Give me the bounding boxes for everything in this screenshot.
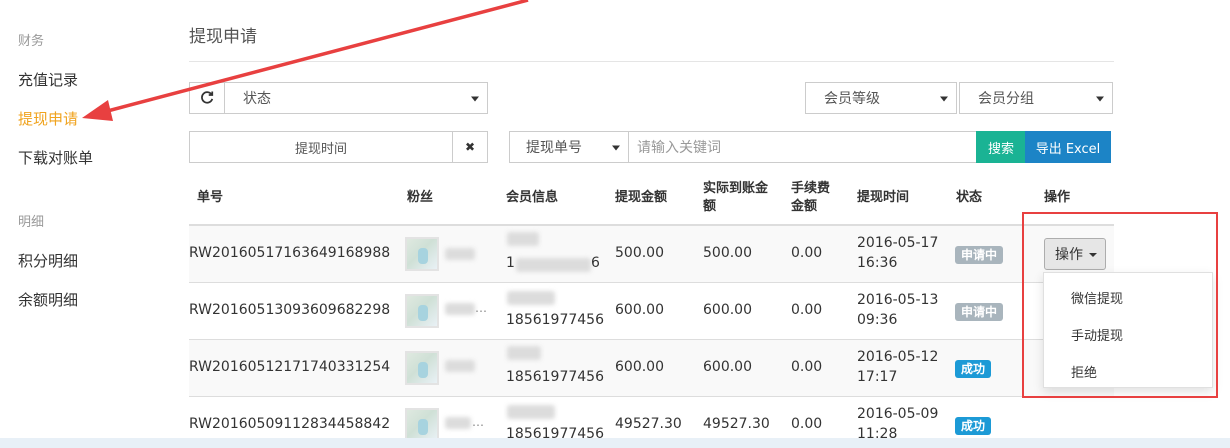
chevron-down-icon xyxy=(612,145,620,151)
col-actual: 实际到账金 额 xyxy=(703,180,768,216)
member-phone: 18561977456 xyxy=(506,369,604,385)
sidebar-item-withdraw-requests[interactable]: 提现申请 xyxy=(18,108,78,129)
fan-name-redacted xyxy=(445,248,475,260)
order-no-select[interactable]: 提现单号 xyxy=(509,131,629,163)
status-select[interactable]: 状态 xyxy=(224,82,488,114)
row-time: 16:36 xyxy=(857,255,898,271)
col-fan: 粉丝 xyxy=(407,190,434,205)
member-phone: 18561977456 xyxy=(506,312,604,328)
member-group-select[interactable]: 会员分组 xyxy=(959,82,1113,114)
col-order-no: 单号 xyxy=(197,190,224,205)
col-fee: 手续费 金额 xyxy=(791,180,830,216)
col-member: 会员信息 xyxy=(506,190,559,205)
col-time: 提现时间 xyxy=(857,190,910,205)
page-title: 提现申请 xyxy=(189,27,257,47)
col-fee-line1: 手续费 xyxy=(791,181,831,196)
row-date: 2016-05-17 xyxy=(857,235,939,251)
col-fee-line2: 金额 xyxy=(791,199,818,214)
order-no-select-value: 提现单号 xyxy=(526,140,582,156)
member-name-redacted xyxy=(507,405,555,419)
table-header: 单号 粉丝 会员信息 提现金额 实际到账金 额 手续费 金额 提现时间 状态 操… xyxy=(189,178,1114,226)
chevron-down-icon xyxy=(940,96,948,102)
member-name-redacted xyxy=(507,291,555,305)
member-phone: 1 xyxy=(506,255,515,271)
row-amount: 600.00 xyxy=(615,302,664,318)
refresh-button[interactable] xyxy=(189,82,225,114)
fan-avatar xyxy=(405,408,439,442)
col-action: 操作 xyxy=(1044,190,1071,205)
sidebar: 财务 充值记录 提现申请 下载对账单 明细 积分明细 余额明细 xyxy=(0,0,170,448)
fan-name-redacted xyxy=(445,303,475,315)
row-fee: 0.00 xyxy=(791,245,823,261)
fan-name-fragment: … xyxy=(475,301,487,315)
bottom-strip xyxy=(0,438,1230,448)
chevron-down-icon xyxy=(1096,96,1104,102)
main-content: 提现申请 状态 会员等级 会员分组 提现时间 ✖ 提现单号 请输入关键词 搜索 … xyxy=(189,0,1114,448)
member-level-value: 会员等级 xyxy=(824,91,880,107)
row-order-no: RW20160509112834458842 xyxy=(189,416,391,432)
fan-avatar xyxy=(405,351,439,385)
status-badge: 成功 xyxy=(955,360,992,378)
member-level-select[interactable]: 会员等级 xyxy=(805,82,957,114)
fan-avatar xyxy=(405,294,439,328)
member-phone-tail: 6 xyxy=(591,255,600,271)
status-badge: 申请中 xyxy=(955,303,1004,321)
row-actual: 600.00 xyxy=(703,302,752,318)
member-name-redacted xyxy=(507,232,539,246)
row-actual: 600.00 xyxy=(703,359,752,375)
fan-name-redacted xyxy=(445,417,471,429)
member-group-value: 会员分组 xyxy=(978,91,1034,107)
status-select-value: 状态 xyxy=(243,91,271,107)
col-actual-line1: 实际到账金 xyxy=(703,181,769,196)
withdraw-time-placeholder: 提现时间 xyxy=(294,141,347,157)
export-excel-button[interactable]: 导出 Excel xyxy=(1025,131,1111,163)
row-date: 2016-05-12 xyxy=(857,349,939,365)
row-date: 2016-05-13 xyxy=(857,292,939,308)
sidebar-item-recharge-records[interactable]: 充值记录 xyxy=(18,69,78,90)
member-phone-redacted xyxy=(516,258,591,272)
search-button[interactable]: 搜索 xyxy=(976,131,1026,163)
chevron-down-icon xyxy=(471,96,479,102)
sidebar-item-points-detail[interactable]: 积分明细 xyxy=(18,250,78,271)
row-actual: 49527.30 xyxy=(703,416,770,432)
member-name-redacted xyxy=(507,346,541,360)
row-fee: 0.00 xyxy=(791,302,823,318)
title-divider xyxy=(189,61,1114,62)
status-badge: 成功 xyxy=(955,417,992,435)
col-actual-line2: 额 xyxy=(703,199,717,214)
sidebar-item-download-statement[interactable]: 下载对账单 xyxy=(18,147,93,168)
row-time: 17:17 xyxy=(857,369,898,385)
row-date: 2016-05-09 xyxy=(857,406,939,422)
row-amount: 500.00 xyxy=(615,245,664,261)
fan-name-redacted xyxy=(445,360,475,372)
col-amount: 提现金额 xyxy=(615,190,668,205)
sidebar-section-finance: 财务 xyxy=(18,34,45,49)
keyword-input[interactable]: 请输入关键词 xyxy=(628,131,978,163)
row-order-no: RW20160517163649168988 xyxy=(189,245,391,261)
sidebar-section-detail: 明细 xyxy=(18,215,45,230)
row-amount: 49527.30 xyxy=(615,416,682,432)
keyword-placeholder: 请输入关键词 xyxy=(637,140,721,156)
withdraw-time-input[interactable]: 提现时间 xyxy=(189,131,453,163)
row-fee: 0.00 xyxy=(791,359,823,375)
fan-name-fragment: … xyxy=(472,415,484,429)
row-time: 09:36 xyxy=(857,312,898,328)
row-amount: 600.00 xyxy=(615,359,664,375)
table-row: RW20160512171740331254 18561977456 600.0… xyxy=(189,340,1114,397)
row-fee: 0.00 xyxy=(791,416,823,432)
row-actual: 500.00 xyxy=(703,245,752,261)
close-icon: ✖ xyxy=(464,140,476,154)
sidebar-item-balance-detail[interactable]: 余额明细 xyxy=(18,289,78,310)
row-order-no: RW20160513093609682298 xyxy=(189,302,391,318)
col-status: 状态 xyxy=(956,190,983,205)
clear-time-button[interactable]: ✖ xyxy=(452,131,488,163)
table-row: RW20160513093609682298 … 18561977456 600… xyxy=(189,283,1114,340)
refresh-icon xyxy=(201,91,214,104)
annotation-highlight-box xyxy=(1022,212,1218,398)
row-order-no: RW20160512171740331254 xyxy=(189,359,391,375)
table-row: RW20160517163649168988 1 6 500.00 500.00… xyxy=(189,226,1114,283)
status-badge: 申请中 xyxy=(955,246,1004,264)
fan-avatar xyxy=(405,237,439,271)
